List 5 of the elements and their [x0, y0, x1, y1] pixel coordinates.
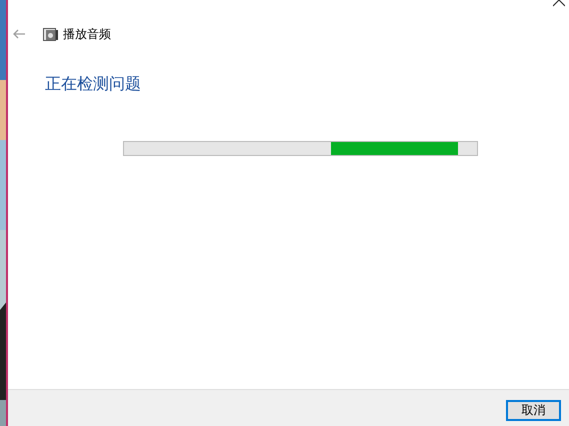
window-title: 播放音频 — [63, 26, 111, 42]
cancel-button[interactable]: 取消 — [506, 400, 561, 420]
speaker-icon — [43, 28, 58, 40]
back-arrow-icon[interactable] — [13, 29, 25, 39]
status-heading: 正在检测问题 — [45, 74, 142, 95]
